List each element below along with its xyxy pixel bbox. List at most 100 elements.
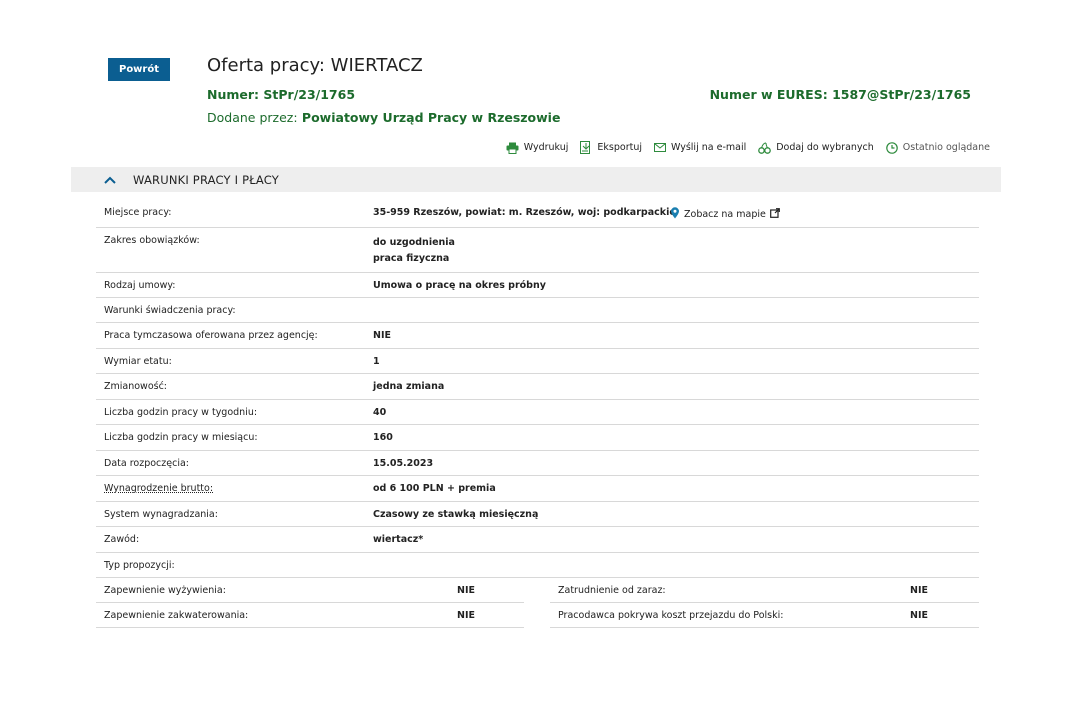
row-value: NIE bbox=[373, 323, 979, 348]
table-row: Warunki świadczenia pracy: bbox=[96, 298, 979, 323]
row-value: wiertacz* bbox=[373, 527, 979, 552]
table-row: Wymiar etatu: 1 bbox=[96, 349, 979, 374]
table-row: Rodzaj umowy: Umowa o pracę na okres prób… bbox=[96, 273, 979, 298]
envelope-icon bbox=[654, 143, 666, 152]
row-key: Zatrudnienie od zaraz: bbox=[558, 584, 666, 596]
row-key: Miejsce pracy: bbox=[104, 207, 172, 218]
row-value-line: jedna zmiana bbox=[373, 381, 445, 392]
row-value bbox=[373, 298, 979, 322]
row-value: do uzgodnienia praca fizyczna bbox=[373, 228, 979, 272]
map-link-label: Zobacz na mapie bbox=[684, 209, 766, 220]
row-value: 160 bbox=[373, 425, 979, 450]
favorites-label: Dodaj do wybranych bbox=[776, 142, 874, 153]
row-key: Zmianowość: bbox=[104, 381, 168, 392]
table-row: Wynagrodzenie brutto: od 6 100 PLN + prem… bbox=[96, 476, 979, 502]
row-key: Zakres obowiązków: bbox=[104, 235, 200, 246]
page-title: Oferta pracy: WIERTACZ bbox=[207, 55, 423, 76]
row-key: Praca tymczasowa oferowana przez agencję… bbox=[104, 330, 318, 341]
row-value-line: 15.05.2023 bbox=[373, 458, 434, 469]
offer-number-value: StPr/23/1765 bbox=[263, 87, 356, 102]
row-value bbox=[373, 553, 979, 577]
row-key: Rodzaj umowy: bbox=[104, 280, 176, 291]
row-key: Pracodawca pokrywa koszt przejazdu do Po… bbox=[558, 609, 784, 621]
row-key: Data rozpoczęcia: bbox=[104, 458, 189, 469]
row-value-line: Umowa o pracę na okres próbny bbox=[373, 280, 546, 291]
map-pin-icon bbox=[670, 207, 680, 222]
added-by: Dodane przez: Powiatowy Urząd Pracy w Rz… bbox=[207, 110, 560, 125]
row-value-line: wiertacz* bbox=[373, 534, 424, 545]
row-key: Warunki świadczenia pracy: bbox=[104, 305, 236, 316]
email-button[interactable]: Wyślij na e-mail bbox=[654, 141, 746, 154]
cherry-icon bbox=[758, 142, 772, 154]
email-label: Wyślij na e-mail bbox=[671, 142, 747, 153]
section-header[interactable]: WARUNKI PRACY I PŁACY bbox=[71, 167, 1001, 192]
clock-icon bbox=[885, 141, 898, 154]
map-link[interactable]: Zobacz na mapie bbox=[670, 207, 780, 222]
row-value: Umowa o pracę na okres próbny bbox=[373, 273, 979, 297]
table-row: Zmianowość: jedna zmiana bbox=[96, 374, 979, 400]
row-value-line: praca fizyczna bbox=[373, 253, 450, 264]
row-value: NIE bbox=[910, 584, 928, 596]
conditions-table: Miejsce pracy: 35-959 Rzeszów, powiat: m.… bbox=[96, 200, 979, 578]
table-row: System wynagradzania: Czasowy ze stawką m… bbox=[96, 502, 979, 527]
split-left: Zapewnienie wyżywienia: NIE Zapewnienie … bbox=[96, 578, 524, 628]
section-title: WARUNKI PRACY I PŁACY bbox=[133, 172, 280, 187]
row-value-line: Czasowy ze stawką miesięczną bbox=[373, 509, 539, 520]
print-button[interactable]: Wydrukuj bbox=[506, 141, 569, 154]
eures-number-value: 1587@StPr/23/1765 bbox=[832, 87, 971, 102]
toolbar: Wydrukuj Eksportuj Wyślij na e-mail Doda… bbox=[506, 141, 990, 154]
table-row: Miejsce pracy: 35-959 Rzeszów, powiat: m.… bbox=[96, 200, 979, 228]
table-row: Data rozpoczęcia: 15.05.2023 bbox=[96, 451, 979, 476]
eures-number: Numer w EURES: 1587@StPr/23/1765 bbox=[710, 87, 971, 102]
row-value-line: 40 bbox=[373, 407, 387, 418]
split-right: Zatrudnienie od zaraz: NIE Pracodawca po… bbox=[550, 578, 979, 628]
row-value: 1 bbox=[373, 349, 979, 373]
row-key: Liczba godzin pracy w miesiącu: bbox=[104, 432, 258, 443]
row-key: Wymiar etatu: bbox=[104, 356, 172, 367]
back-button[interactable]: Powrót bbox=[108, 58, 170, 81]
row-key: Zapewnienie zakwaterowania: bbox=[104, 609, 249, 621]
row-value: Czasowy ze stawką miesięczną bbox=[373, 502, 979, 526]
row-value-line: od 6 100 PLN + premia bbox=[373, 483, 496, 494]
table-row: Liczba godzin pracy w tygodniu: 40 bbox=[96, 400, 979, 425]
row-key: System wynagradzania: bbox=[104, 509, 218, 520]
export-button[interactable]: Eksportuj bbox=[580, 141, 642, 154]
row-value: NIE bbox=[457, 609, 475, 621]
row-key: Zapewnienie wyżywienia: bbox=[104, 584, 226, 596]
offer-number-label: Numer: bbox=[207, 87, 260, 102]
added-by-label: Dodane przez: bbox=[207, 110, 298, 125]
row-key: Typ propozycji: bbox=[104, 560, 175, 571]
table-row: Zapewnienie wyżywienia: NIE bbox=[96, 578, 524, 603]
table-row: Liczba godzin pracy w miesiącu: 160 bbox=[96, 425, 979, 451]
chevron-up-icon[interactable] bbox=[103, 173, 117, 187]
table-row: Zawód: wiertacz* bbox=[96, 527, 979, 553]
table-row: Typ propozycji: bbox=[96, 553, 979, 578]
table-row: Pracodawca pokrywa koszt przejazdu do Po… bbox=[550, 603, 979, 628]
row-value-line: 1 bbox=[373, 356, 380, 367]
row-value: 15.05.2023 bbox=[373, 451, 979, 475]
added-by-value: Powiatowy Urząd Pracy w Rzeszowie bbox=[301, 110, 561, 125]
row-key: Liczba godzin pracy w tygodniu: bbox=[104, 407, 258, 418]
row-value: jedna zmiana bbox=[373, 374, 979, 399]
add-to-favorites-button[interactable]: Dodaj do wybranych bbox=[758, 141, 874, 154]
row-key: Wynagrodzenie brutto: bbox=[104, 483, 214, 494]
row-value: NIE bbox=[457, 584, 475, 596]
row-value-line: do uzgodnienia bbox=[373, 237, 455, 248]
printer-icon bbox=[506, 142, 519, 154]
table-row: Praca tymczasowa oferowana przez agencję… bbox=[96, 323, 979, 349]
table-row: Zapewnienie zakwaterowania: NIE bbox=[96, 603, 524, 628]
table-row: Zatrudnienie od zaraz: NIE bbox=[550, 578, 979, 603]
print-label: Wydrukuj bbox=[523, 142, 569, 153]
row-value-line: 160 bbox=[373, 432, 393, 443]
eures-number-label: Numer w EURES: bbox=[709, 87, 828, 102]
row-key: Zawód: bbox=[104, 534, 140, 545]
row-value: od 6 100 PLN + premia bbox=[373, 476, 979, 501]
export-label: Eksportuj bbox=[597, 142, 642, 153]
row-value: 40 bbox=[373, 400, 979, 424]
export-icon bbox=[580, 141, 592, 154]
row-value-line: NIE bbox=[373, 330, 391, 341]
table-row: Zakres obowiązków: do uzgodnienia praca fi… bbox=[96, 228, 979, 273]
recently-viewed-button[interactable]: Ostatnio oglądane bbox=[885, 141, 990, 154]
recently-viewed-label: Ostatnio oglądane bbox=[902, 142, 990, 153]
offer-number: Numer: StPr/23/1765 bbox=[207, 87, 355, 102]
